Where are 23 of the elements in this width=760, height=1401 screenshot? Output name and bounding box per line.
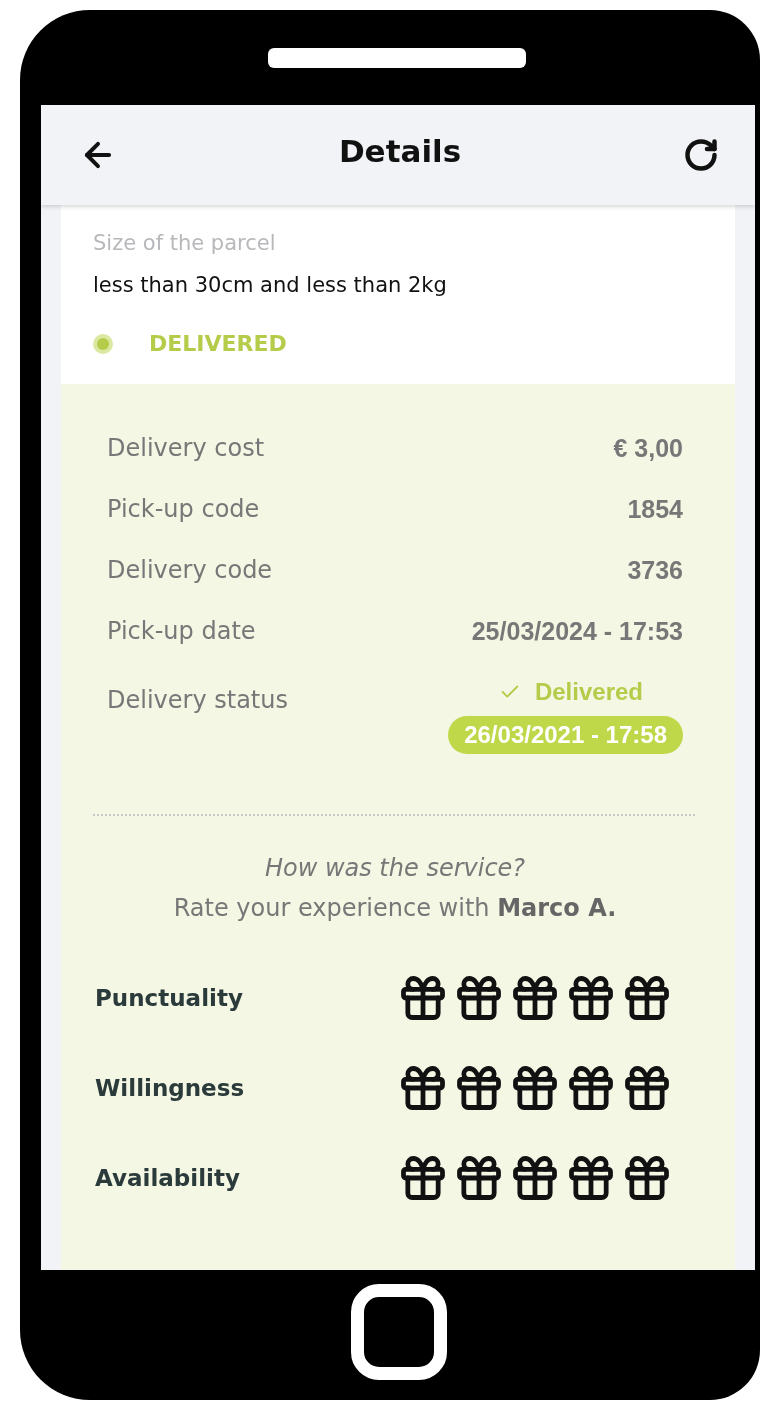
detail-label: Delivery cost	[107, 434, 265, 462]
page-title: Details	[338, 133, 462, 169]
detail-label: Pick-up date	[107, 617, 256, 645]
criterion-label: Punctuality	[95, 985, 243, 1011]
detail-value: € 3,00	[613, 434, 683, 463]
rating-question: How was the service?	[263, 854, 527, 882]
home-button[interactable]	[351, 1284, 447, 1380]
detail-value: 1854	[627, 495, 683, 524]
delivered-status: Delivered	[498, 678, 643, 706]
field-label: Size of the parcel	[93, 231, 277, 255]
timestamp-badge: 26/03/2021 - 17:58	[448, 716, 683, 754]
status-text: DELIVERED	[149, 331, 287, 356]
criterion-label: Willingness	[95, 1075, 245, 1101]
detail-label: Delivery code	[107, 556, 273, 584]
detail-value: 25/03/2024 - 17:53	[471, 617, 683, 646]
rating-prompt: Rate your experience with Marco A.	[172, 894, 618, 922]
refresh-button[interactable]	[683, 137, 719, 173]
detail-value: 3736	[627, 556, 683, 585]
criterion-label: Availability	[95, 1165, 240, 1191]
detail-label: Delivery status	[107, 686, 288, 714]
detail-label: Pick-up code	[107, 495, 260, 523]
field-value: less than 30cm and less than 2kg	[93, 273, 448, 297]
status-dot	[97, 337, 109, 350]
